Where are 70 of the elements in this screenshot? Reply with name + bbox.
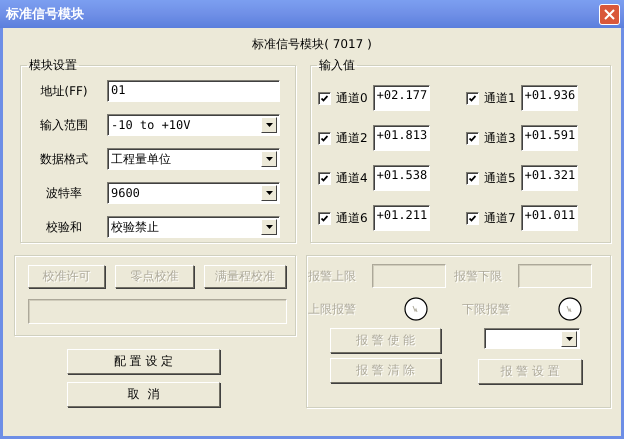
checkbox[interactable] [318, 132, 331, 144]
group-title: 输入值 [318, 57, 356, 74]
dropdown-arrow-icon [566, 336, 572, 340]
channel-label: 通道6 [336, 210, 368, 226]
check-icon [469, 214, 476, 222]
close-icon [604, 8, 615, 20]
checkbox[interactable] [466, 92, 479, 104]
channel-value-field[interactable]: +01.813 [372, 125, 430, 151]
channel-value-field[interactable]: +01.591 [520, 125, 578, 151]
alarm-limit-field[interactable] [518, 264, 592, 288]
check-icon [321, 214, 328, 222]
channel-label: 通道4 [336, 170, 368, 186]
check-icon [321, 134, 328, 142]
checkbox[interactable] [466, 132, 479, 144]
dropdown-arrow-icon [266, 157, 272, 161]
channel-value-field[interactable]: +01.538 [372, 165, 430, 191]
status-field[interactable] [28, 299, 287, 324]
dropdown-field[interactable]: -10 to +10V [107, 114, 280, 136]
apply-settings-button[interactable]: 配 置 设 定 [67, 349, 220, 374]
checkbox[interactable] [318, 212, 331, 224]
check-icon [321, 94, 328, 102]
checkbox[interactable] [318, 92, 331, 104]
dropdown-button[interactable] [261, 117, 277, 133]
checkbox[interactable] [318, 172, 331, 184]
field-label: 数据格式 [39, 150, 89, 168]
indicator-lamp-icon [558, 297, 582, 321]
channel-label: 通道3 [484, 130, 516, 146]
indicator-lamp-icon [404, 297, 428, 321]
alarm-limit-field[interactable] [372, 264, 446, 288]
close-button[interactable] [599, 4, 620, 24]
dropdown-field[interactable]: 工程量单位 [107, 148, 280, 170]
check-icon [469, 94, 476, 102]
channel-label: 通道0 [336, 90, 368, 106]
alarm-limit-label: 报警上限 [308, 268, 357, 284]
alarm-indicator-label: 上限报警 [308, 300, 357, 318]
channel-value-field[interactable]: +01.011 [520, 205, 578, 231]
channel-value-field[interactable]: +01.936 [520, 85, 578, 111]
dropdown-arrow-icon [266, 225, 272, 229]
channel-label: 通道7 [484, 210, 516, 226]
dropdown-arrow-icon [266, 123, 272, 127]
dropdown-button[interactable] [261, 185, 277, 201]
checkbox[interactable] [466, 172, 479, 184]
channel-value-field[interactable]: +01.321 [520, 165, 578, 191]
field-label: 波特率 [45, 184, 83, 202]
channel-value-field[interactable]: +01.211 [372, 205, 430, 231]
channel-label: 通道1 [484, 90, 516, 106]
check-icon [469, 134, 476, 142]
window-title: 标准信号模块 [6, 6, 84, 23]
field-label: 地址(FF) [39, 82, 89, 100]
dropdown-button[interactable] [561, 330, 577, 346]
field-label: 校验和 [45, 218, 83, 236]
checkbox[interactable] [466, 212, 479, 224]
field-label: 输入范围 [39, 116, 89, 134]
channel-label: 通道5 [484, 170, 516, 186]
module-header: 标准信号模块( 7017 ) [251, 36, 373, 53]
check-icon [321, 174, 328, 182]
alarm-limit-label: 报警下限 [454, 268, 503, 284]
channel-value-field[interactable]: +02.177 [372, 85, 430, 111]
dropdown-button[interactable] [261, 219, 277, 235]
dropdown-field[interactable]: 校验禁止 [107, 216, 280, 238]
dropdown-field[interactable] [484, 328, 580, 349]
cancel-button[interactable]: 取 消 [67, 382, 220, 407]
channel-label: 通道2 [336, 130, 368, 146]
alarm-indicator-label: 下限报警 [462, 300, 511, 318]
check-icon [469, 174, 476, 182]
dropdown-button[interactable] [261, 151, 277, 167]
dropdown-arrow-icon [266, 191, 272, 195]
group-title: 模块设置 [28, 57, 78, 74]
input-field[interactable]: 01 [107, 80, 280, 102]
dropdown-field[interactable]: 9600 [107, 182, 280, 204]
